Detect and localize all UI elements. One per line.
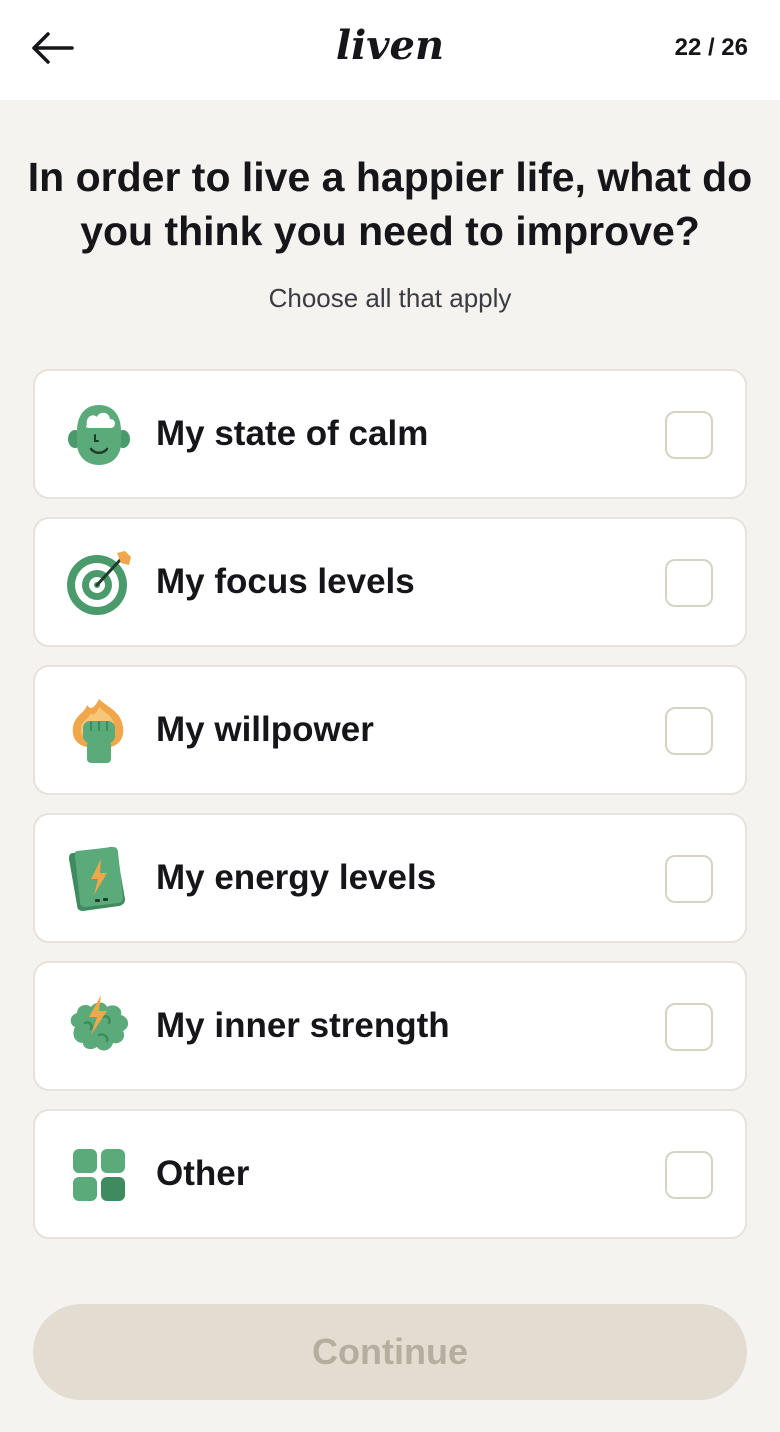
back-button[interactable] [26, 26, 78, 70]
option-list: My state of calm My focus levels My will… [33, 369, 747, 1257]
option-checkbox[interactable] [665, 1151, 713, 1199]
option-label: My willpower [156, 710, 374, 749]
option-willpower[interactable]: My willpower [33, 665, 747, 795]
fist-fire-icon [65, 697, 133, 765]
option-checkbox[interactable] [665, 855, 713, 903]
arrow-left-icon [32, 32, 74, 64]
option-label: My focus levels [156, 562, 415, 601]
option-label: Other [156, 1154, 250, 1193]
page-subtitle: Choose all that apply [268, 283, 512, 313]
battery-bolt-icon [65, 845, 133, 913]
top-bar: liven 22 / 26 [0, 0, 780, 100]
target-icon [65, 549, 133, 617]
liven-logo: liven [335, 22, 445, 69]
option-state-of-calm[interactable]: My state of calm [33, 369, 747, 499]
calm-head-icon [65, 401, 133, 469]
grid-icon [65, 1141, 133, 1209]
page-title: In order to live a happier life, what do… [27, 154, 753, 254]
option-label: My energy levels [156, 858, 437, 897]
option-other[interactable]: Other [33, 1109, 747, 1239]
option-checkbox[interactable] [665, 559, 713, 607]
step-counter: 22 / 26 [674, 34, 748, 61]
option-energy-levels[interactable]: My energy levels [33, 813, 747, 943]
option-checkbox[interactable] [665, 411, 713, 459]
option-checkbox[interactable] [665, 1003, 713, 1051]
option-checkbox[interactable] [665, 707, 713, 755]
option-label: My state of calm [156, 414, 429, 453]
brain-bolt-icon [65, 993, 133, 1061]
option-label: My inner strength [156, 1006, 450, 1045]
option-inner-strength[interactable]: My inner strength [33, 961, 747, 1091]
continue-button[interactable]: Continue [33, 1304, 747, 1400]
option-focus-levels[interactable]: My focus levels [33, 517, 747, 647]
